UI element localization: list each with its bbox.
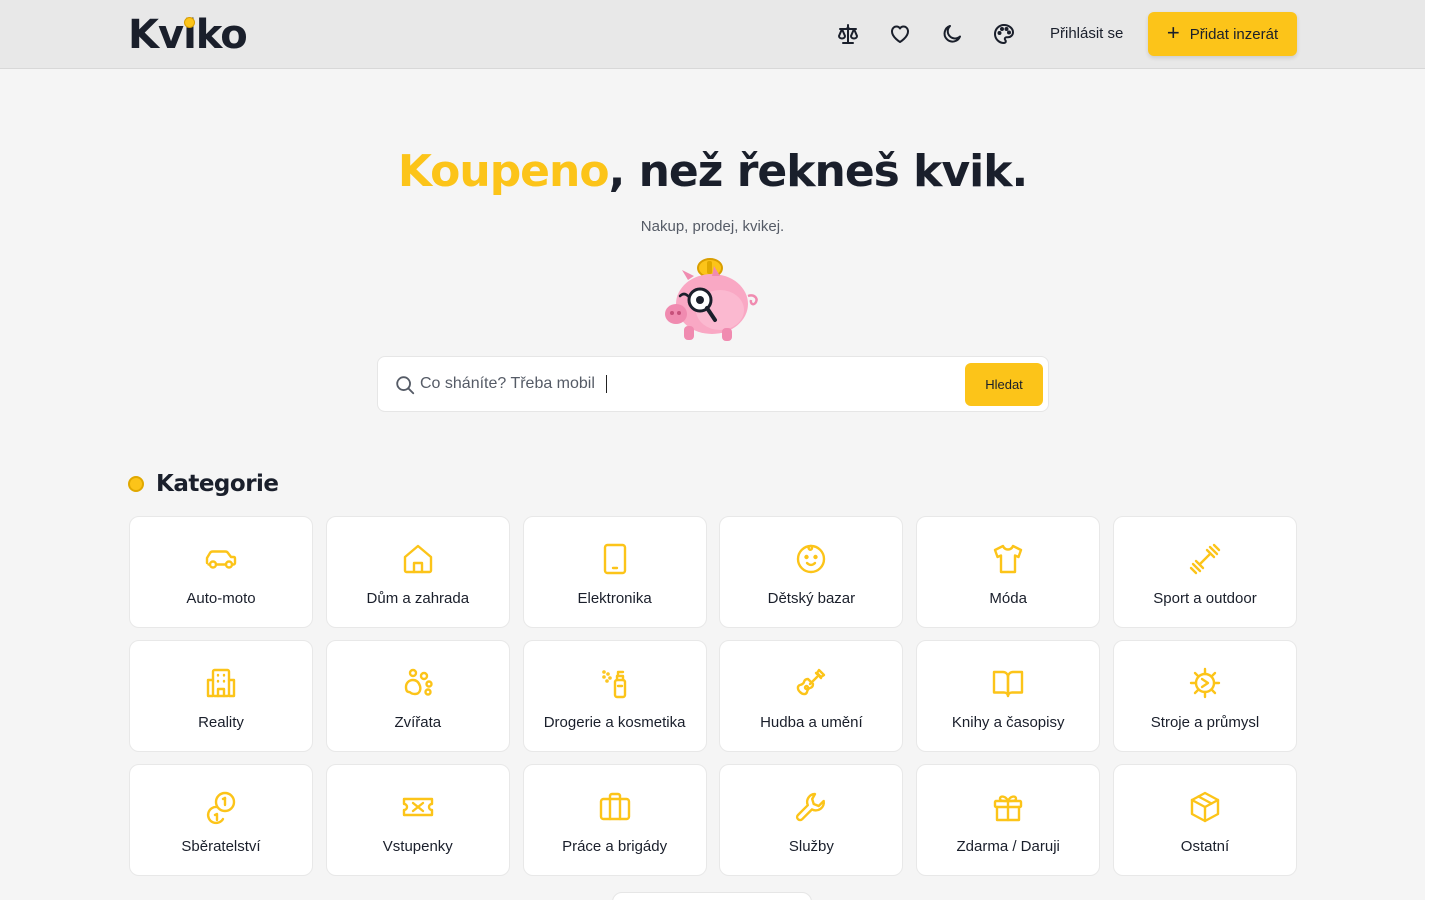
category-zvirata[interactable]: Zvířata xyxy=(325,640,510,752)
scrollbar-track[interactable] xyxy=(1425,0,1440,900)
category-reality[interactable]: Reality xyxy=(129,640,313,752)
category-label: Sport a outdoor xyxy=(1153,590,1257,607)
category-grid: Auto-moto Dům a zahrada Elektronika Děts… xyxy=(129,516,1297,876)
coins-icon xyxy=(206,791,236,825)
category-moda[interactable]: Móda xyxy=(916,516,1101,628)
category-prace-a-brigady[interactable]: Práce a brigády xyxy=(522,764,707,876)
category-label: Auto-moto xyxy=(186,590,256,607)
category-zdarma-daruji[interactable]: Zdarma / Daruji xyxy=(916,764,1101,876)
hero-subtitle: Nakup, prodej, kvikej. xyxy=(640,218,785,235)
box-icon xyxy=(1190,791,1220,823)
category-label: Sběratelství xyxy=(181,838,261,855)
moon-icon[interactable] xyxy=(939,21,965,47)
category-label: Knihy a časopisy xyxy=(951,714,1065,731)
add-listing-button[interactable]: + Přidat inzerát xyxy=(1148,12,1297,56)
category-label: Drogerie a kosmetika xyxy=(543,714,686,731)
category-label: Služby xyxy=(788,838,834,855)
category-hudba-a-umeni[interactable]: Hudba a umění xyxy=(719,640,904,752)
login-link[interactable]: Přihlásit se xyxy=(1050,25,1123,42)
car-icon xyxy=(205,550,237,569)
categories-title: Kategorie xyxy=(156,471,279,497)
search-icon xyxy=(396,376,415,395)
category-label: Stroje a průmysl xyxy=(1150,714,1260,731)
category-drogerie-a-kosmetika[interactable]: Drogerie a kosmetika xyxy=(522,640,707,752)
category-label: Ostatní xyxy=(1180,838,1230,855)
hero-title-rest: , než řekneš kvik. xyxy=(608,146,1029,197)
wrench-icon xyxy=(796,792,826,822)
category-label: Dětský bazar xyxy=(767,590,856,607)
category-auto-moto[interactable]: Auto-moto xyxy=(129,516,313,628)
shirt-icon xyxy=(993,544,1023,574)
house-icon xyxy=(403,544,432,574)
top-header: Kviko Přihlásit se + Přidat inzerát xyxy=(0,0,1425,69)
heart-icon[interactable] xyxy=(887,21,913,47)
briefcase-icon xyxy=(599,792,630,821)
categories-heading: Kategorie xyxy=(128,468,279,500)
text-cursor xyxy=(606,375,607,393)
category-label: Móda xyxy=(989,590,1027,607)
category-label: Elektronika xyxy=(577,590,652,607)
logo-coin-dot xyxy=(184,17,195,28)
category-ostatni[interactable]: Ostatní xyxy=(1112,764,1297,876)
category-stroje-a-prumysl[interactable]: Stroje a průmysl xyxy=(1112,640,1297,752)
category-label: Práce a brigády xyxy=(562,838,668,855)
search-button[interactable]: Hledat xyxy=(965,363,1043,406)
piggy-mascot-image xyxy=(662,258,762,346)
baby-icon xyxy=(797,544,826,574)
palette-icon[interactable] xyxy=(991,21,1017,47)
hero-title: Koupeno, než řekneš kvik. xyxy=(0,142,1425,202)
category-detsky-bazar[interactable]: Dětský bazar xyxy=(719,516,904,628)
ticket-icon xyxy=(402,797,433,817)
category-elektronika[interactable]: Elektronika xyxy=(522,516,707,628)
category-dum-a-zahrada[interactable]: Dům a zahrada xyxy=(325,516,510,628)
category-label: Vstupenky xyxy=(382,838,453,855)
category-vstupenky[interactable]: Vstupenky xyxy=(325,764,510,876)
plus-icon: + xyxy=(1166,20,1180,45)
category-sberatelstvi[interactable]: Sběratelství xyxy=(129,764,313,876)
gift-icon xyxy=(993,795,1023,822)
hero-title-accent: Koupeno xyxy=(397,146,610,197)
guitar-icon xyxy=(797,668,826,696)
category-knihy-a-casopisy[interactable]: Knihy a časopisy xyxy=(916,640,1101,752)
category-label: Hudba a umění xyxy=(760,714,863,731)
add-listing-label: Přidat inzerát xyxy=(1189,25,1279,43)
dumbbell-icon xyxy=(1189,543,1221,575)
category-label: Zdarma / Daruji xyxy=(956,838,1060,855)
spray-bottle-icon xyxy=(601,670,626,699)
category-sport-a-outdoor[interactable]: Sport a outdoor xyxy=(1112,516,1297,628)
paw-icon xyxy=(404,668,433,696)
category-sluzby[interactable]: Služby xyxy=(719,764,904,876)
category-label: Reality xyxy=(198,714,244,731)
coin-icon xyxy=(128,476,144,492)
scale-icon[interactable] xyxy=(835,21,861,47)
category-label: Zvířata xyxy=(394,714,442,731)
book-icon xyxy=(992,670,1024,698)
gear-icon xyxy=(1189,667,1221,699)
search-box: Hledat xyxy=(377,356,1049,412)
building-icon xyxy=(206,668,236,698)
category-label: Dům a zahrada xyxy=(366,590,470,607)
search-input[interactable] xyxy=(420,369,950,399)
show-more-button[interactable] xyxy=(612,892,812,900)
tablet-icon xyxy=(603,543,626,575)
